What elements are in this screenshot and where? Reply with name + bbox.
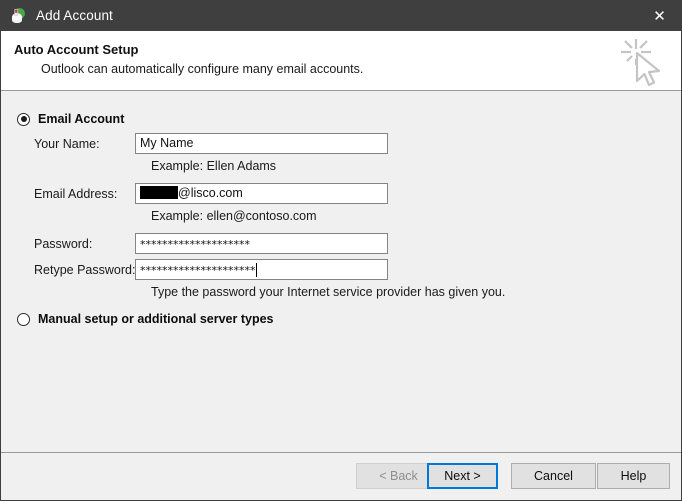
your-name-hint: Example: Ellen Adams — [151, 159, 277, 173]
your-name-input[interactable]: My Name — [135, 133, 388, 154]
radio-email-account-indicator — [17, 112, 30, 126]
your-name-label: Your Name: — [34, 137, 100, 151]
retype-password-value: ********************* — [140, 264, 256, 277]
dialog-body: Email Account Your Name: My Name Example… — [0, 91, 682, 453]
next-button[interactable]: Next > — [427, 463, 498, 489]
window-title: Add Account — [36, 7, 113, 23]
radio-email-account-label: Email Account — [38, 112, 125, 126]
close-icon[interactable]: ✕ — [637, 0, 682, 31]
page-subtitle: Outlook can automatically configure many… — [41, 62, 364, 76]
email-address-value: @lisco.com — [178, 186, 243, 200]
password-input[interactable]: ******************** — [135, 233, 388, 254]
add-account-dialog: Add Account ✕ Auto Account Setup Outlook… — [0, 0, 682, 501]
radio-manual-setup-label: Manual setup or additional server types — [38, 312, 274, 326]
cancel-button[interactable]: Cancel — [511, 463, 596, 489]
dialog-footer: < Back Next > Cancel Help — [0, 453, 682, 501]
email-address-input[interactable]: @lisco.com — [135, 183, 388, 204]
password-label: Password: — [34, 237, 93, 251]
dialog-header: Auto Account Setup Outlook can automatic… — [0, 31, 682, 91]
retype-password-input[interactable]: ********************* — [135, 259, 388, 280]
redacted-email-user — [140, 186, 178, 199]
radio-manual-setup-indicator — [17, 312, 30, 326]
cursor-sparkle-icon — [614, 35, 668, 89]
help-button[interactable]: Help — [597, 463, 670, 489]
title-bar: Add Account ✕ — [0, 0, 682, 31]
radio-email-account[interactable]: Email Account — [17, 112, 124, 126]
outlook-account-icon — [9, 7, 27, 25]
password-hint: Type the password your Internet service … — [151, 285, 506, 299]
text-caret — [255, 263, 257, 277]
email-address-hint: Example: ellen@contoso.com — [151, 209, 317, 223]
page-title: Auto Account Setup — [14, 42, 139, 57]
radio-manual-setup[interactable]: Manual setup or additional server types — [17, 312, 273, 326]
email-address-label: Email Address: — [34, 187, 118, 201]
retype-password-label: Retype Password: — [34, 263, 136, 277]
